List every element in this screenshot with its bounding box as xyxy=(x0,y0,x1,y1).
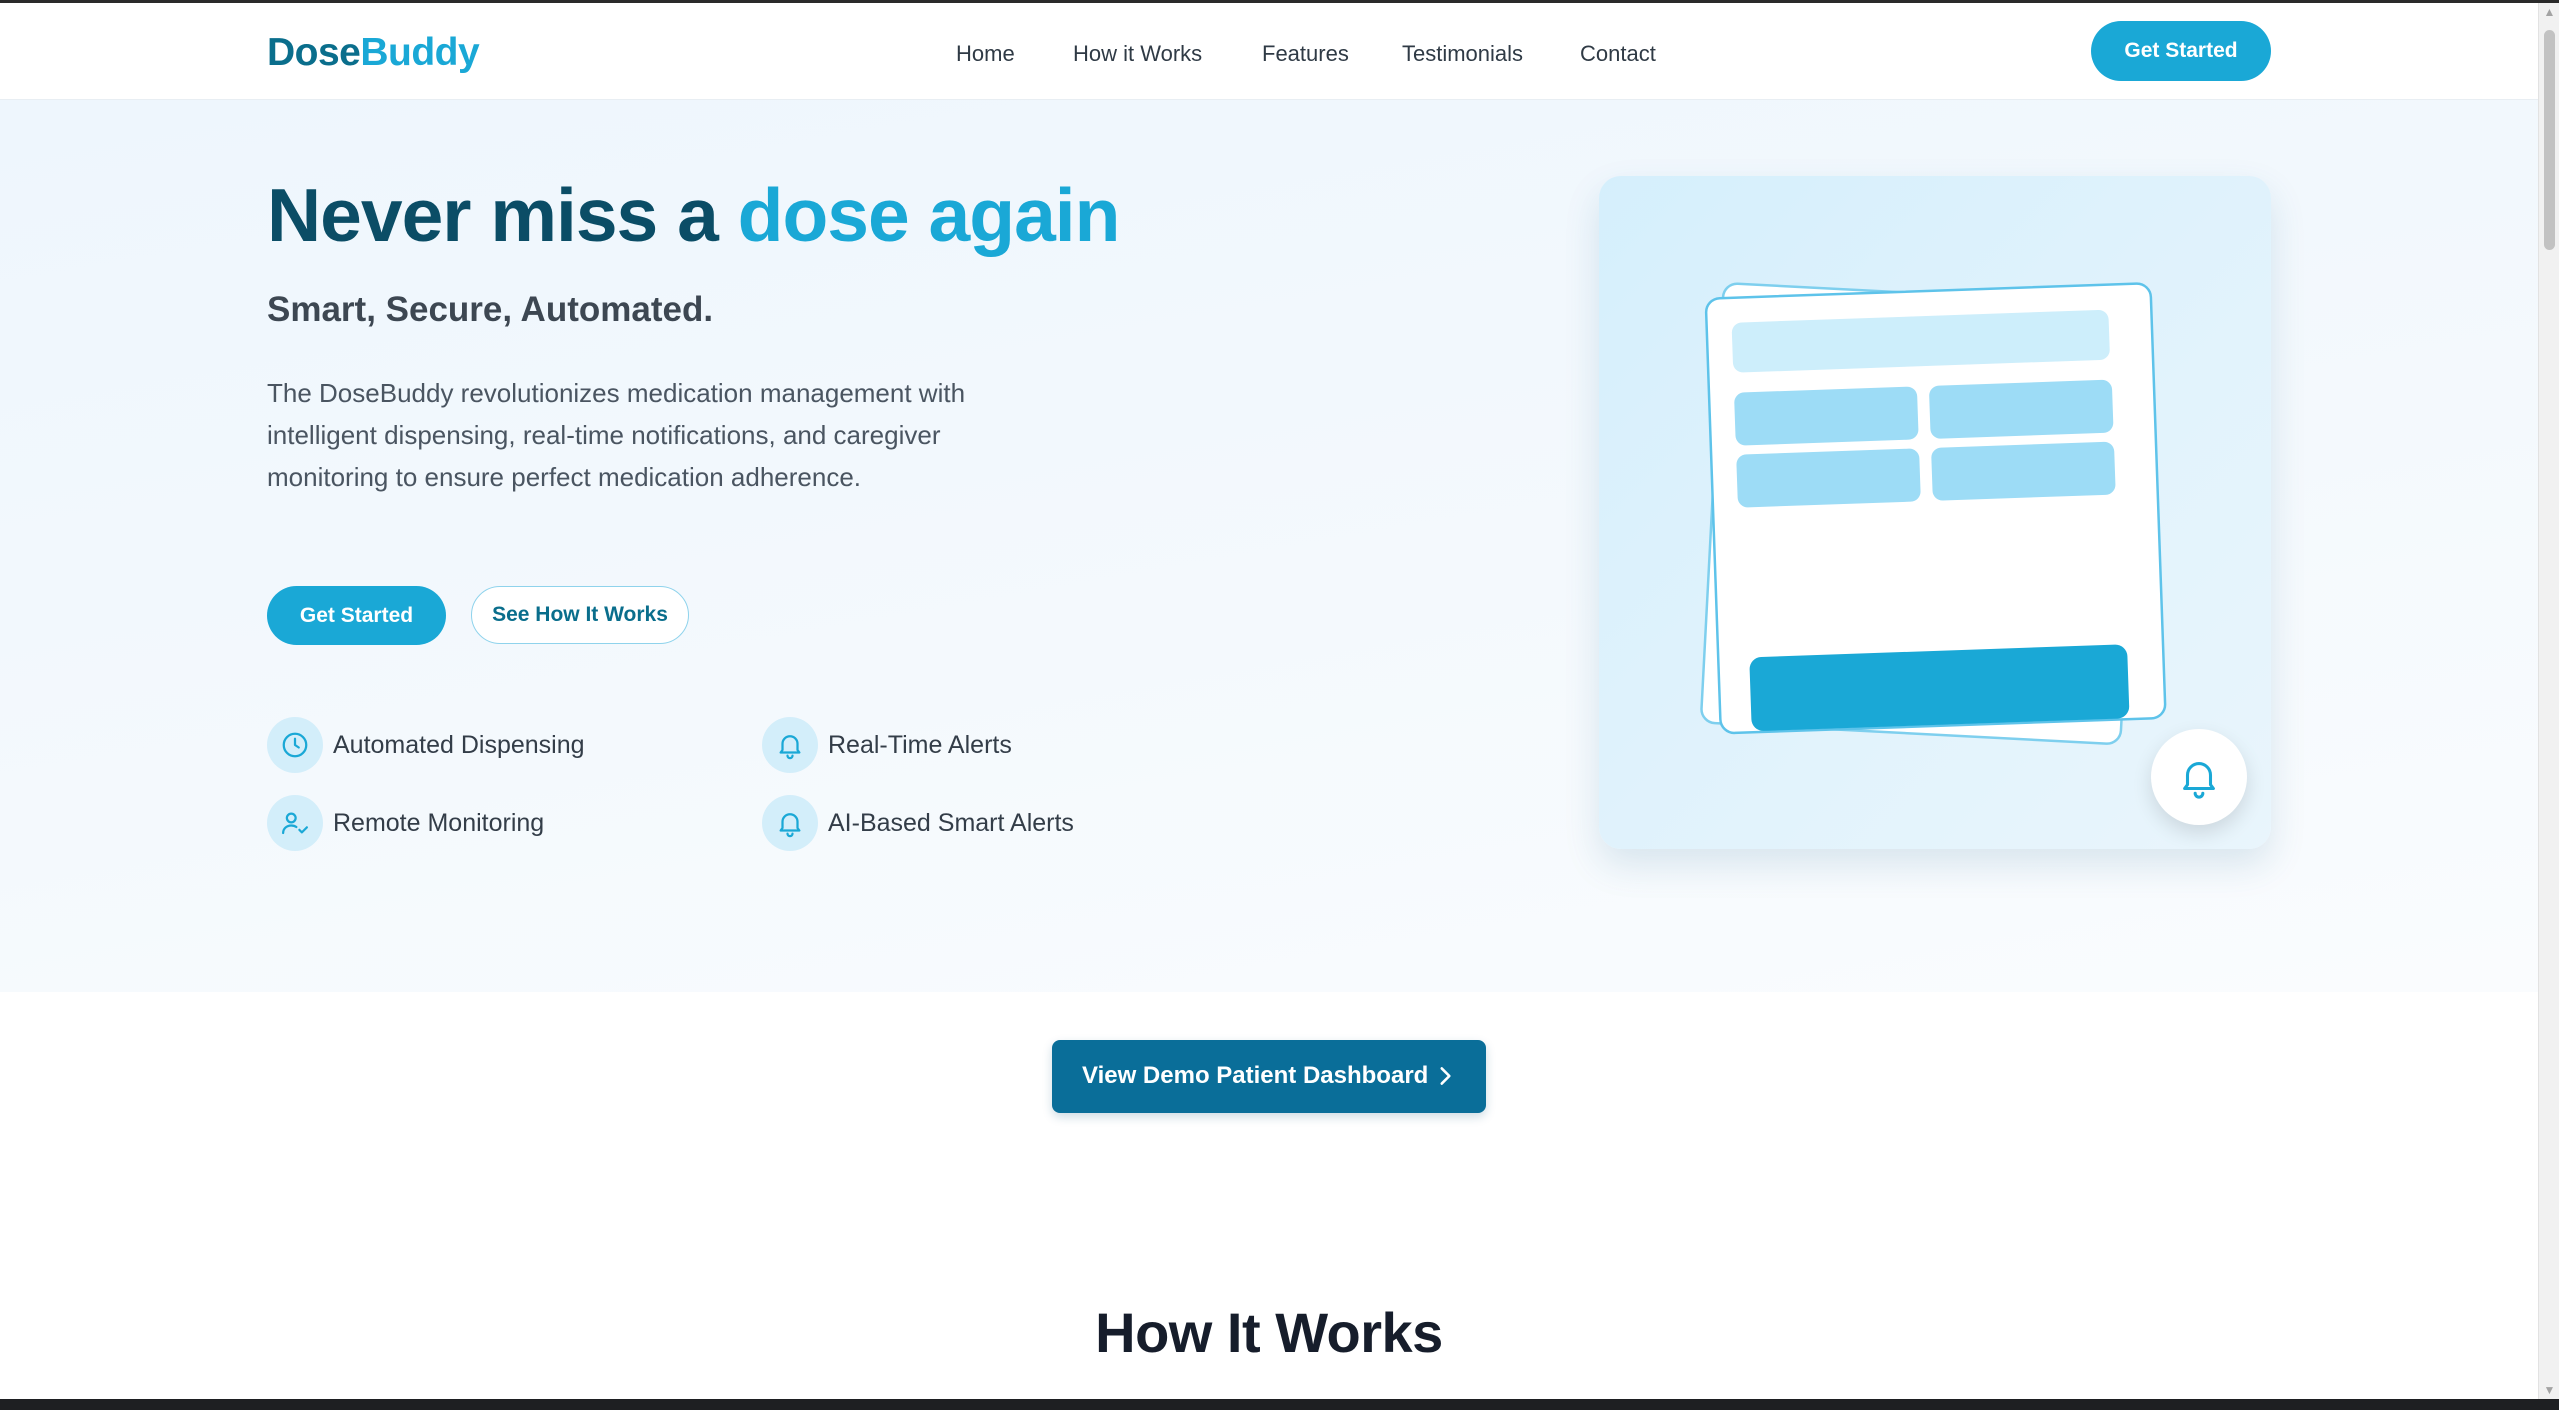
feature-label: AI-Based Smart Alerts xyxy=(828,809,1074,837)
hero-title: Never miss a dose again xyxy=(267,172,1121,258)
site-header: DoseBuddy Home How it Works Features Tes… xyxy=(0,3,2538,100)
brand-logo-part1: Dose xyxy=(267,31,361,74)
brand-logo[interactable]: DoseBuddy xyxy=(267,31,480,75)
nav-how-it-works[interactable]: How it Works xyxy=(1073,41,1202,67)
notification-bubble xyxy=(2151,729,2247,825)
nav-home[interactable]: Home xyxy=(956,41,1015,67)
feature-label: Remote Monitoring xyxy=(333,809,545,837)
see-how-it-works-button[interactable]: See How It Works xyxy=(471,586,689,644)
bell-icon xyxy=(762,717,818,773)
bell-icon xyxy=(762,795,818,851)
header-get-started-button[interactable]: Get Started xyxy=(2091,21,2271,81)
bell-icon xyxy=(2183,762,2215,799)
how-it-works-title: How It Works xyxy=(1095,1301,1443,1364)
vertical-scrollbar[interactable]: ▲ ▼ xyxy=(2538,3,2559,1399)
nav-contact[interactable]: Contact xyxy=(1580,41,1656,67)
view-demo-dashboard-button[interactable]: View Demo Patient Dashboard xyxy=(1052,1040,1486,1113)
feature-label: Real-Time Alerts xyxy=(828,731,1012,759)
user-check-icon xyxy=(267,795,323,851)
scroll-down-arrow-icon[interactable]: ▼ xyxy=(2539,1381,2559,1399)
hero-get-started-button[interactable]: Get Started xyxy=(267,586,446,645)
hero-subtitle: Smart, Secure, Automated. xyxy=(267,290,714,329)
demo-button-label: View Demo Patient Dashboard xyxy=(1082,1062,1429,1089)
feature-label: Automated Dispensing xyxy=(333,731,585,759)
clock-icon xyxy=(267,717,323,773)
window-frame-bottom xyxy=(0,1399,2559,1410)
nav-features[interactable]: Features xyxy=(1262,41,1349,67)
hero-description: The DoseBuddy revolutionizes medication … xyxy=(267,378,966,492)
scroll-up-arrow-icon[interactable]: ▲ xyxy=(2539,3,2559,21)
hero-title-accent: dose again xyxy=(737,173,1121,257)
brand-logo-part2: Buddy xyxy=(360,31,480,74)
nav-testimonials[interactable]: Testimonials xyxy=(1402,41,1523,67)
chevron-right-icon xyxy=(1440,1067,1451,1085)
scrollbar-thumb[interactable] xyxy=(2544,30,2555,250)
hero-title-main: Never miss a xyxy=(267,173,738,257)
